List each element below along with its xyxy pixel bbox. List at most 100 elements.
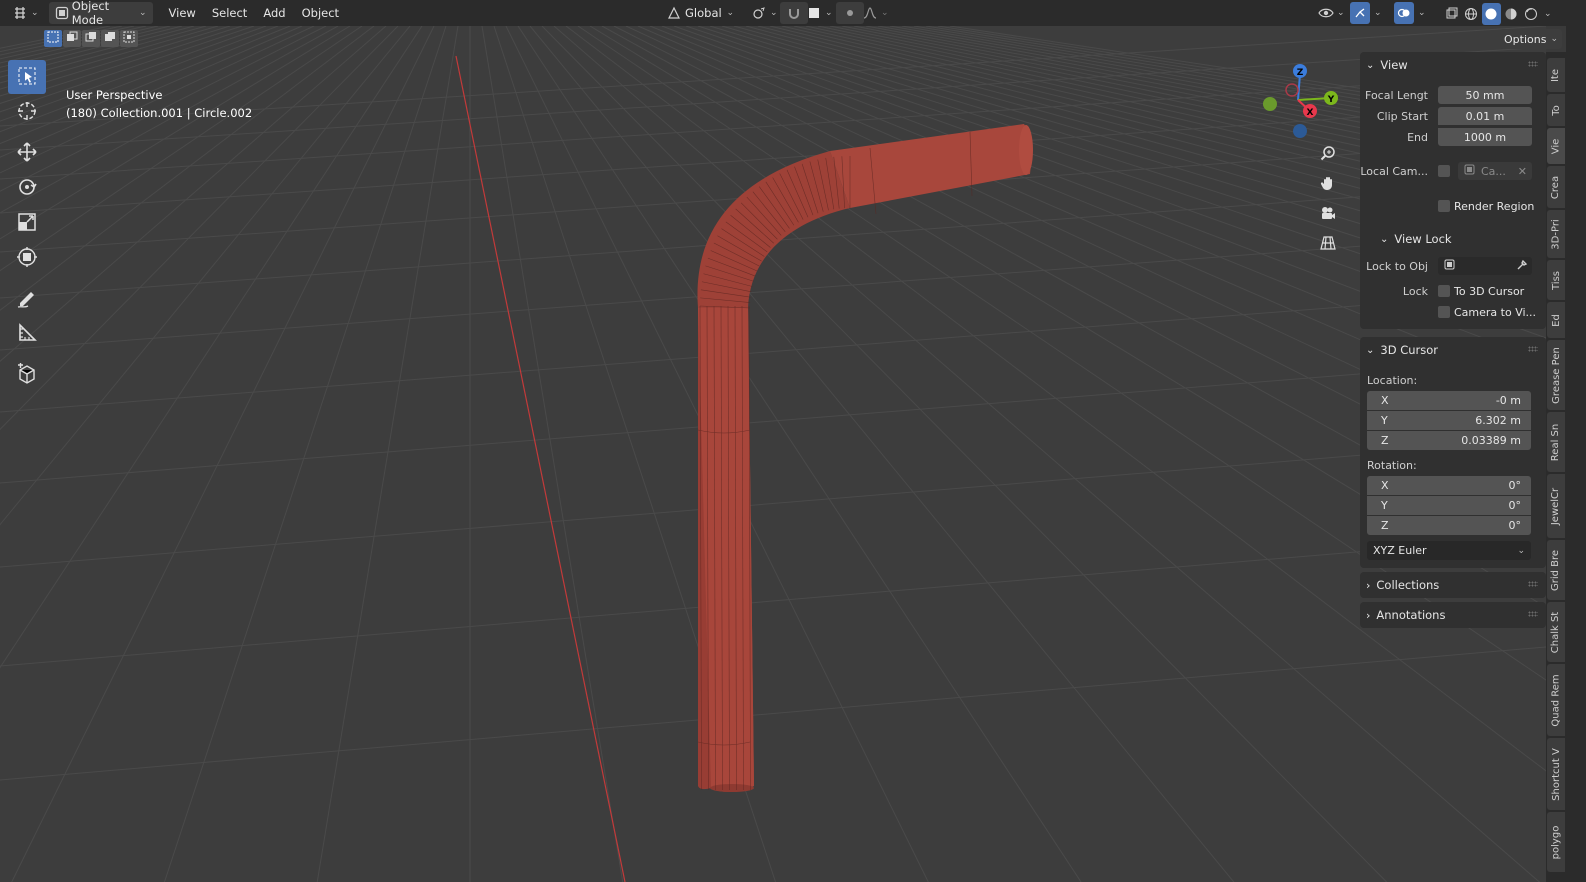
options-dropdown[interactable]: Options ⌄: [1500, 29, 1562, 49]
menu-object[interactable]: Object: [294, 2, 347, 24]
shading-solid-button[interactable]: [1482, 3, 1501, 25]
grid-editor-icon: [12, 5, 28, 21]
tab-view[interactable]: Vie: [1547, 128, 1565, 164]
annotations-header[interactable]: › Annotations: [1360, 602, 1546, 628]
tab-polygon[interactable]: polygo: [1547, 812, 1565, 872]
tab-3d-print[interactable]: 3D-Pri: [1547, 210, 1565, 258]
select-extend-button[interactable]: [63, 30, 81, 47]
pivot-point-button[interactable]: ⌄: [745, 2, 784, 24]
move-tool[interactable]: [8, 136, 46, 170]
camera-to-view-checkbox[interactable]: [1438, 306, 1450, 318]
lock-to-object-field[interactable]: [1438, 257, 1532, 275]
tab-create[interactable]: Crea: [1547, 166, 1565, 208]
cursor-rotation-z-field[interactable]: Z 0°: [1367, 516, 1531, 535]
drag-grip-icon[interactable]: [1528, 346, 1538, 352]
clip-end-field[interactable]: 1000 m: [1438, 128, 1532, 146]
focal-length-label: Focal Lengt: [1365, 88, 1428, 102]
visibility-dropdown[interactable]: ⌄: [1312, 2, 1351, 24]
tab-item[interactable]: Ite: [1547, 58, 1565, 92]
tab-label: Quad Rem: [1550, 673, 1562, 727]
select-intersect-button[interactable]: [120, 30, 138, 47]
menu-select[interactable]: Select: [204, 2, 255, 24]
cursor-location-z-field[interactable]: Z 0.03389 m: [1367, 431, 1531, 450]
tab-grid-bre[interactable]: Grid Bre: [1547, 540, 1565, 600]
annotate-tool[interactable]: [8, 282, 46, 316]
tab-edit[interactable]: Ed: [1547, 302, 1565, 338]
shading-material-button[interactable]: [1502, 3, 1521, 25]
sidebar-panel: ⌄ View Focal Lengt 50 mm Clip Start 0.01…: [1360, 52, 1546, 882]
select-new-icon: [47, 31, 59, 46]
tab-shortcut[interactable]: Shortcut V: [1547, 738, 1565, 810]
select-subtract-button[interactable]: [82, 30, 100, 47]
local-camera-checkbox[interactable]: [1438, 165, 1450, 177]
chevron-down-icon: ⌄: [825, 8, 833, 18]
pan-button[interactable]: [1316, 173, 1340, 195]
cursor-location-y-field[interactable]: Y 6.302 m: [1367, 411, 1531, 430]
overlays-dropdown[interactable]: ⌄: [1412, 2, 1432, 24]
view-lock-header[interactable]: ⌄ View Lock: [1360, 226, 1546, 252]
mode-dropdown[interactable]: Object Mode ⌄: [48, 0, 153, 27]
editor-type-button[interactable]: ⌄: [6, 2, 45, 24]
local-camera-field[interactable]: Ca... ✕: [1458, 162, 1532, 180]
clear-x-icon[interactable]: ✕: [1518, 165, 1527, 178]
tab-tissue[interactable]: Tiss: [1547, 260, 1565, 300]
transform-orientation-dropdown[interactable]: Global ⌄: [660, 2, 740, 24]
render-region-label[interactable]: Render Region: [1454, 200, 1534, 213]
tab-chalk[interactable]: Chalk St: [1547, 602, 1565, 662]
menu-view[interactable]: View: [161, 2, 204, 24]
camera-view-button[interactable]: [1316, 203, 1340, 225]
tab-tool[interactable]: To: [1547, 94, 1565, 126]
gizmo-dropdown[interactable]: ⌄: [1368, 2, 1388, 24]
cursor-location-x-field[interactable]: X -0 m: [1367, 391, 1531, 410]
drag-grip-icon[interactable]: [1528, 61, 1538, 67]
pipe-mesh[interactable]: [697, 124, 1033, 792]
tab-label: Shortcut V: [1550, 747, 1562, 801]
render-region-checkbox[interactable]: [1438, 200, 1450, 212]
camera-to-view-label[interactable]: Camera to Vi...: [1454, 306, 1536, 319]
transform-tool[interactable]: [8, 241, 46, 275]
navigation-gizmo[interactable]: Z Y X: [1260, 60, 1340, 143]
cursor-tool[interactable]: [8, 95, 46, 129]
camera-icon: [1320, 205, 1336, 224]
clip-start-field[interactable]: 0.01 m: [1438, 107, 1532, 125]
object-info-label: (180) Collection.001 | Circle.002: [66, 106, 253, 120]
select-box-tool[interactable]: [8, 60, 46, 94]
falloff-dropdown[interactable]: ⌄: [856, 2, 895, 24]
tab-real-snow[interactable]: Real Sn: [1547, 412, 1565, 472]
drag-grip-icon[interactable]: [1528, 581, 1538, 587]
add-cube-icon: [16, 362, 38, 388]
collections-header[interactable]: › Collections: [1360, 572, 1546, 598]
3d-viewport[interactable]: User Perspective (180) Collection.001 | …: [0, 26, 1546, 882]
select-invert-button[interactable]: [101, 30, 119, 47]
to-3d-cursor-checkbox[interactable]: [1438, 285, 1450, 297]
view-section-header[interactable]: ⌄ View: [1360, 52, 1546, 78]
zoom-button[interactable]: [1316, 143, 1340, 165]
focal-length-field[interactable]: 50 mm: [1438, 86, 1532, 104]
measure-tool[interactable]: [8, 317, 46, 351]
shading-wireframe-button[interactable]: [1462, 3, 1481, 25]
cursor-rotation-y-field[interactable]: Y 0°: [1367, 496, 1531, 515]
menu-add[interactable]: Add: [255, 2, 293, 24]
select-new-button[interactable]: [44, 30, 62, 47]
add-cube-tool[interactable]: [8, 358, 46, 392]
eyedropper-icon[interactable]: [1516, 259, 1528, 274]
cursor-rotation-x-field[interactable]: X 0°: [1367, 476, 1531, 495]
tab-quad-remesh[interactable]: Quad Rem: [1547, 664, 1565, 736]
gizmo-toggle[interactable]: [1350, 2, 1370, 24]
overlays-toggle[interactable]: [1394, 2, 1414, 24]
ortho-toggle-button[interactable]: [1316, 233, 1340, 255]
shading-rendered-button[interactable]: [1522, 3, 1541, 25]
scale-tool[interactable]: [8, 206, 46, 240]
snap-target-dropdown[interactable]: ⌄: [800, 2, 839, 24]
rotate-tool[interactable]: [8, 171, 46, 205]
shading-dropdown[interactable]: ⌄: [1542, 3, 1554, 25]
clip-end-label: End: [1407, 130, 1428, 144]
tab-grease-pencil[interactable]: Grease Pen: [1547, 340, 1565, 410]
3d-cursor-header[interactable]: ⌄ 3D Cursor: [1360, 337, 1546, 363]
to-3d-cursor-label[interactable]: To 3D Cursor: [1454, 285, 1524, 298]
chevron-down-icon: ⌄: [1544, 9, 1552, 19]
rotation-mode-dropdown[interactable]: XYZ Euler ⌄: [1367, 541, 1531, 560]
tab-jewelcraft[interactable]: JewelCr: [1547, 474, 1565, 538]
drag-grip-icon[interactable]: [1528, 611, 1538, 617]
rendered-sphere-icon: [1523, 6, 1539, 22]
